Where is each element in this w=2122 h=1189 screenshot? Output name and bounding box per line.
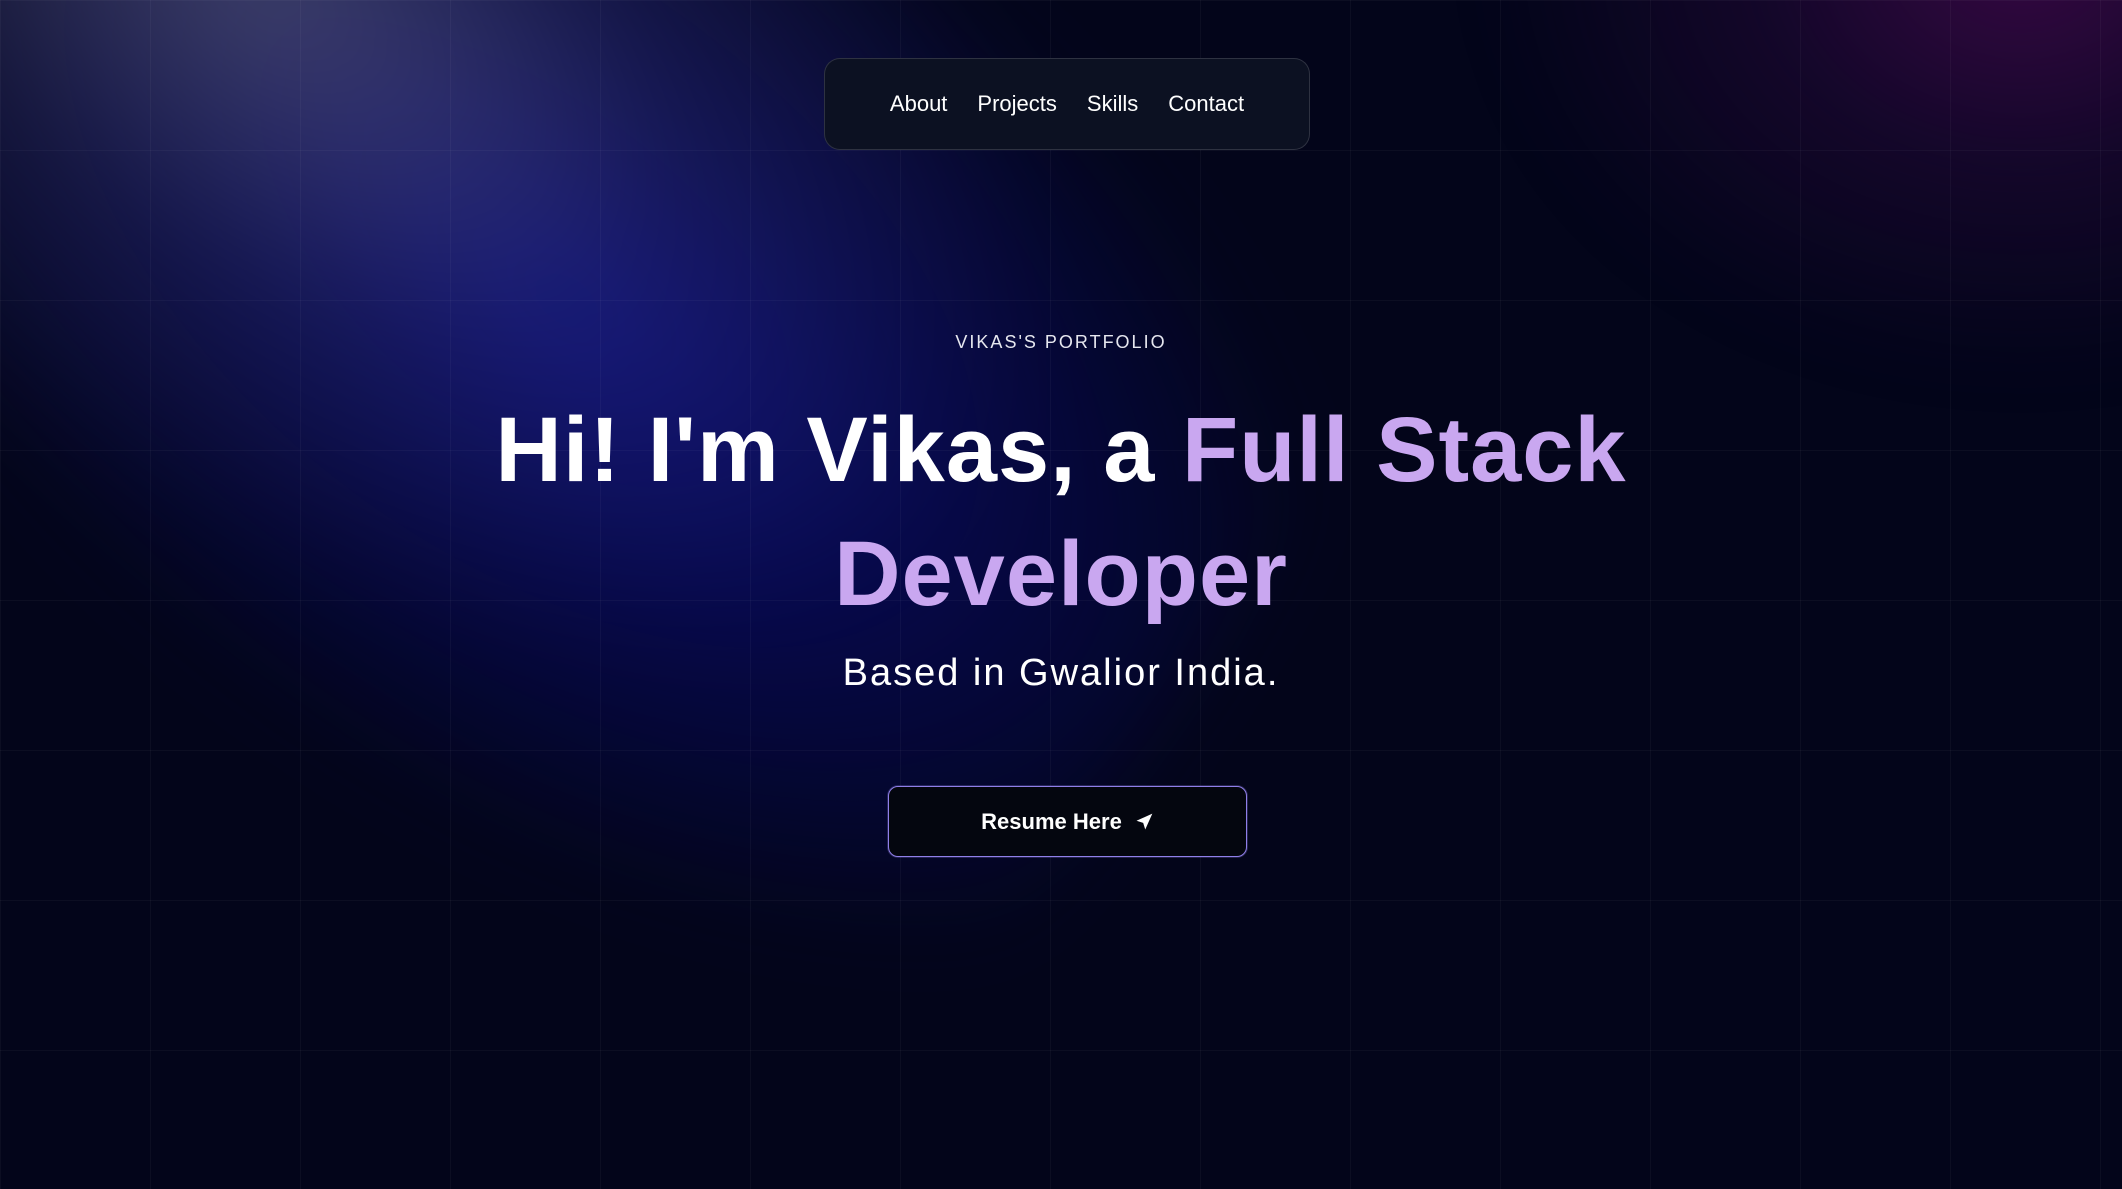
nav-link-projects[interactable]: Projects: [977, 91, 1056, 117]
portfolio-eyebrow: VIKAS'S PORTFOLIO: [955, 332, 1167, 352]
headline-role-part-1: Full Stack: [1182, 399, 1627, 501]
nav-link-about[interactable]: About: [890, 91, 948, 117]
send-arrow-icon: [1136, 813, 1153, 829]
portfolio-page: About Projects Skills Contact VIKAS'S PO…: [0, 0, 2122, 1189]
nav-link-contact[interactable]: Contact: [1168, 91, 1244, 117]
hero-location: Based in Gwalior India.: [842, 652, 1280, 694]
nav-link-skills[interactable]: Skills: [1087, 91, 1138, 117]
headline-intro: Hi! I'm Vikas, a: [495, 399, 1183, 501]
headline-role-part-2: Developer: [834, 523, 1288, 625]
top-navigation: About Projects Skills Contact: [824, 58, 1310, 150]
background-glow-right: [1482, 0, 2122, 380]
resume-button[interactable]: Resume Here: [888, 786, 1247, 857]
resume-button-label: Resume Here: [981, 808, 1122, 834]
hero-headline: Hi! I'm Vikas, a Full Stack Developer: [0, 388, 2122, 636]
